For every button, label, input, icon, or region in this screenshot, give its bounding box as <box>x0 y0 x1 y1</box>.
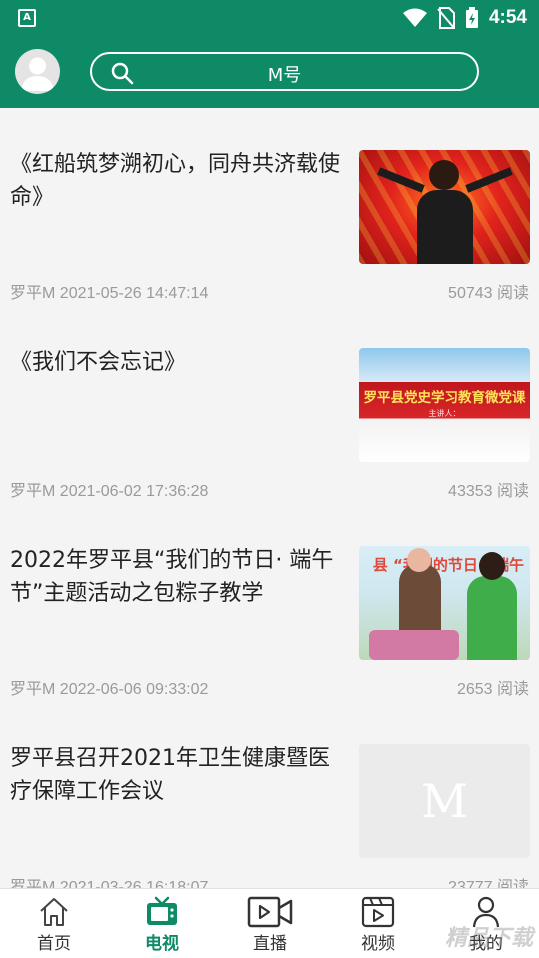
system-icons: 4:54 <box>402 6 527 30</box>
wifi-icon <box>402 8 427 27</box>
news-datetime: 2021-06-02 17:36:28 <box>59 483 209 500</box>
news-datetime: 2021-03-26 16:18:07 <box>59 879 209 888</box>
read-count: 43353 阅读 <box>448 483 529 500</box>
news-source: 罗平M <box>10 483 56 500</box>
live-camera-icon <box>247 896 293 928</box>
read-count: 2653 阅读 <box>456 681 529 698</box>
search-bar[interactable]: M号 <box>90 52 479 91</box>
tab-label: 直播 <box>253 934 287 954</box>
news-source: 罗平M <box>10 681 56 698</box>
tab-label: 首页 <box>37 934 71 954</box>
news-feed[interactable]: 《红船筑梦溯初心，同舟共济载使命》 罗平M 2021-05-26 14:47:1… <box>0 108 539 888</box>
table-with-dumplings <box>369 630 459 660</box>
presenter-head <box>479 552 505 580</box>
news-meta: 罗平M 2021-05-26 14:47:14 <box>10 279 208 303</box>
presenter-figure <box>467 576 517 660</box>
placeholder-logo: M <box>420 774 469 828</box>
news-title[interactable]: 罗平县召开2021年卫生健康暨医疗保障工作会议 <box>10 742 350 808</box>
bottom-tab-bar: 首页 电视 直播 视频 我的 精品下载 <box>0 888 539 958</box>
person-head <box>407 548 431 572</box>
news-card[interactable]: 《红船筑梦溯初心，同舟共济载使命》 罗平M 2021-05-26 14:47:1… <box>0 108 539 306</box>
news-thumbnail-placeholder[interactable]: M <box>359 744 530 858</box>
read-count: 50743 阅读 <box>448 285 529 302</box>
default-avatar-icon <box>21 57 54 91</box>
performer-body <box>417 190 473 264</box>
tab-label: 电视 <box>145 934 179 954</box>
news-thumbnail[interactable]: 县 “我们的节日 · 端午 <box>359 546 530 660</box>
performer-head <box>429 160 459 190</box>
tab-video[interactable]: 视频 <box>324 889 432 958</box>
news-source: 罗平M <box>10 285 56 302</box>
home-icon <box>40 898 68 926</box>
no-sim-icon <box>437 7 455 29</box>
avatar[interactable] <box>15 49 60 94</box>
tab-home[interactable]: 首页 <box>0 889 108 958</box>
news-meta: 罗平M 2021-03-26 16:18:07 <box>10 873 208 888</box>
news-thumbnail[interactable]: 罗平县党史学习教育微党课 主讲人： <box>359 348 530 462</box>
news-card[interactable]: 《我们不会忘记》 罗平县党史学习教育微党课 主讲人： 罗平M 2021-06-0… <box>0 306 539 504</box>
news-datetime: 2022-06-06 09:33:02 <box>59 681 209 698</box>
clock: 4:54 <box>488 7 527 28</box>
app-notification-icon: A <box>18 9 36 27</box>
app-header: M号 <box>0 36 539 108</box>
tv-icon <box>147 896 177 925</box>
news-title[interactable]: 《我们不会忘记》 <box>10 346 350 379</box>
video-icon <box>361 896 395 928</box>
tab-tv[interactable]: 电视 <box>108 889 216 958</box>
battery-charging-icon <box>465 7 478 28</box>
read-count: 23777 阅读 <box>448 879 529 888</box>
news-source: 罗平M <box>10 879 56 888</box>
news-meta: 罗平M 2022-06-06 09:33:02 <box>10 675 208 699</box>
news-meta: 罗平M 2021-06-02 17:36:28 <box>10 477 208 501</box>
watermark: 精品下载 <box>444 926 533 951</box>
news-title[interactable]: 《红船筑梦溯初心，同舟共济载使命》 <box>10 148 350 214</box>
news-thumbnail[interactable] <box>359 150 530 264</box>
news-datetime: 2021-05-26 14:47:14 <box>59 285 209 302</box>
thumbnail-banner-text: 罗平县党史学习教育微党课 <box>363 390 526 406</box>
news-title[interactable]: 2022年罗平县“我们的节日· 端午节”主题活动之包粽子教学 <box>10 544 350 610</box>
news-card[interactable]: 2022年罗平县“我们的节日· 端午节”主题活动之包粽子教学 县 “我们的节日 … <box>0 504 539 702</box>
status-bar: A 4:54 <box>0 0 539 36</box>
thumbnail-subtitle: 主讲人： <box>428 409 461 418</box>
search-placeholder: M号 <box>267 65 302 86</box>
news-card[interactable]: 罗平县召开2021年卫生健康暨医疗保障工作会议 M 罗平M 2021-03-26… <box>0 702 539 888</box>
tab-live[interactable]: 直播 <box>216 889 324 958</box>
tab-label: 视频 <box>361 934 395 954</box>
